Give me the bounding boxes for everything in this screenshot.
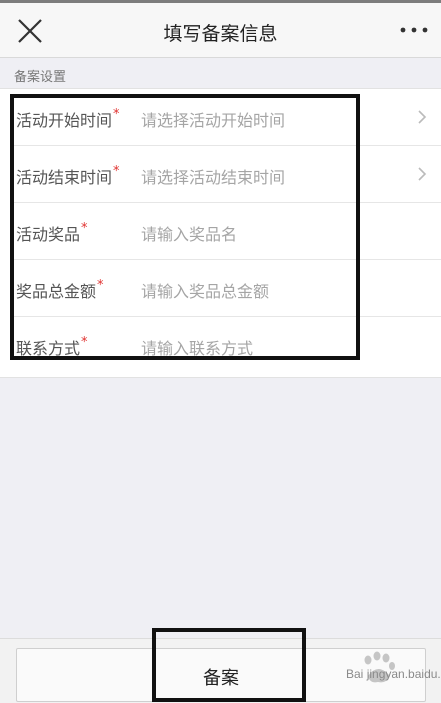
activity-end-time-row[interactable]: 活动结束时间* 请选择活动结束时间 — [0, 146, 441, 203]
section-label: 备案设置 — [14, 70, 67, 85]
activity-prize-row[interactable]: 活动奖品* 请输入奖品名 — [0, 203, 441, 260]
activity-end-time-input[interactable]: 请选择活动结束时间 — [141, 164, 285, 188]
contact-method-row[interactable]: 联系方式* 请输入联系方式 — [0, 317, 441, 374]
required-mark: * — [81, 221, 88, 236]
prize-total-amount-label: 奖品总金额* — [16, 278, 104, 301]
prize-total-amount-input[interactable]: 请输入奖品总金额 — [141, 278, 269, 302]
required-mark: * — [81, 335, 88, 350]
activity-end-time-label: 活动结束时间* — [16, 164, 120, 187]
required-mark: * — [113, 164, 120, 179]
prize-total-amount-row[interactable]: 奖品总金额* 请输入奖品总金额 — [0, 260, 441, 317]
activity-prize-input[interactable]: 请输入奖品名 — [141, 221, 237, 245]
activity-start-time-row[interactable]: 活动开始时间* 请选择活动开始时间 — [0, 89, 441, 146]
chevron-right-icon — [418, 110, 427, 124]
contact-method-label: 联系方式* — [16, 335, 88, 358]
watermark-url: jingyan.baidu.com — [366, 667, 441, 681]
watermark-text: Bai jingyan.baidu.com — [346, 667, 441, 681]
more-icon[interactable] — [397, 17, 431, 43]
contact-method-input[interactable]: 请输入联系方式 — [141, 335, 253, 359]
activity-prize-label: 活动奖品* — [16, 221, 88, 244]
navigation-bar: 填写备案信息 — [0, 3, 441, 58]
page-title: 填写备案信息 — [163, 23, 278, 45]
required-mark: * — [113, 107, 120, 122]
activity-start-time-label: 活动开始时间* — [16, 107, 120, 130]
record-form: 活动开始时间* 请选择活动开始时间 活动结束时间* 请选择活动结束时间 活动奖品… — [0, 88, 441, 378]
chevron-right-icon — [418, 167, 427, 181]
watermark-brand: Bai — [346, 667, 364, 681]
activity-start-time-input[interactable]: 请选择活动开始时间 — [141, 107, 285, 131]
required-mark: * — [97, 278, 104, 293]
